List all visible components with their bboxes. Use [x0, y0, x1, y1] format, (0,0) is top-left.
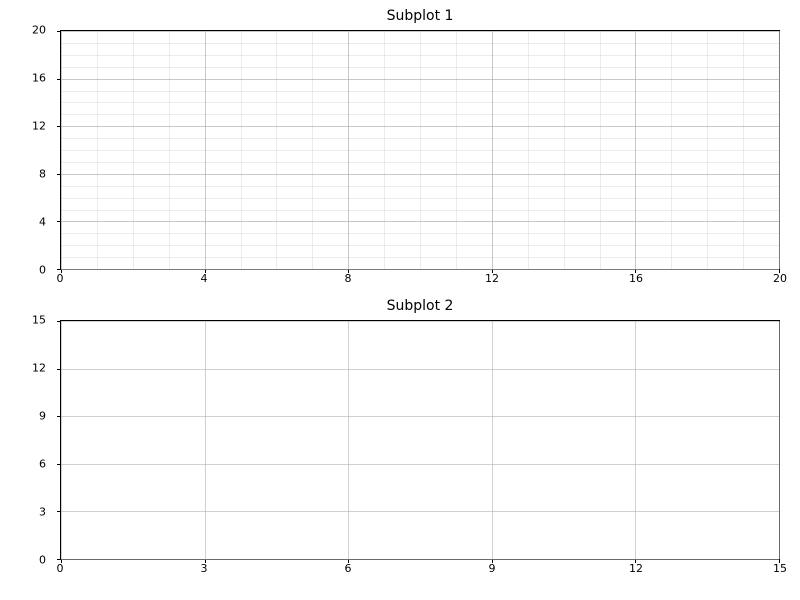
tick-mark-y: [57, 416, 61, 417]
subplot-2: Subplot 2 03691215 03691215: [60, 320, 780, 560]
grid-major-h: [61, 269, 779, 270]
xtick-label: 9: [489, 562, 496, 575]
subplot-1: Subplot 1 048121620 048121620: [60, 30, 780, 270]
tick-mark-y: [57, 464, 61, 465]
grid-major-v: [779, 31, 780, 269]
tick-mark-y: [57, 79, 61, 80]
tick-mark-y: [57, 269, 61, 270]
xtick-label: 20: [773, 272, 787, 285]
ytick-label: 16: [32, 72, 46, 85]
ytick-label: 4: [39, 216, 46, 229]
ytick-label: 0: [39, 264, 46, 277]
ytick-label: 0: [39, 554, 46, 567]
tick-mark-y: [57, 511, 61, 512]
ytick-label: 12: [32, 362, 46, 375]
figure: Subplot 1 048121620 048121620 Subplot 2 …: [0, 0, 800, 600]
grid-minor-h: [61, 150, 779, 151]
ytick-label: 3: [39, 506, 46, 519]
xtick-label: 3: [201, 562, 208, 575]
ytick-label: 6: [39, 458, 46, 471]
grid-minor-h: [61, 210, 779, 211]
grid-major-h: [61, 369, 779, 370]
grid-minor-h: [61, 114, 779, 115]
tick-mark-y: [57, 321, 61, 322]
grid-major-v: [205, 31, 206, 269]
xtick-label: 12: [629, 562, 643, 575]
tick-mark-y: [57, 221, 61, 222]
grid-major-h: [61, 511, 779, 512]
grid-major-h: [61, 559, 779, 560]
grid-major-v: [492, 31, 493, 269]
xtick-label: 15: [773, 562, 787, 575]
grid-minor-h: [61, 102, 779, 103]
grid-minor-h: [61, 198, 779, 199]
grid-major-v: [205, 321, 206, 559]
grid-major-v: [779, 321, 780, 559]
ytick-label: 9: [39, 410, 46, 423]
subplot-2-xticks: 03691215: [60, 562, 780, 578]
grid-major-h: [61, 31, 779, 32]
grid-minor-h: [61, 67, 779, 68]
grid-major-v: [348, 31, 349, 269]
xtick-label: 0: [57, 562, 64, 575]
grid-minor-h: [61, 138, 779, 139]
xtick-label: 6: [345, 562, 352, 575]
tick-mark-y: [57, 559, 61, 560]
xtick-label: 12: [485, 272, 499, 285]
grid-major-h: [61, 221, 779, 222]
grid-major-h: [61, 79, 779, 80]
subplot-1-xticks: 048121620: [60, 272, 780, 288]
subplot-1-plot-area: [60, 30, 780, 270]
grid-major-v: [348, 321, 349, 559]
grid-minor-h: [61, 43, 779, 44]
tick-mark-y: [57, 174, 61, 175]
tick-mark-y: [57, 369, 61, 370]
xtick-label: 4: [201, 272, 208, 285]
xtick-label: 0: [57, 272, 64, 285]
grid-minor-h: [61, 91, 779, 92]
ytick-label: 8: [39, 168, 46, 181]
ytick-label: 20: [32, 24, 46, 37]
grid-minor-h: [61, 55, 779, 56]
grid-major-h: [61, 174, 779, 175]
grid-minor-h: [61, 162, 779, 163]
ytick-label: 12: [32, 120, 46, 133]
tick-mark-y: [57, 126, 61, 127]
grid-major-h: [61, 416, 779, 417]
grid-major-h: [61, 126, 779, 127]
grid-major-v: [61, 321, 62, 559]
grid-major-h: [61, 321, 779, 322]
grid-major-v: [61, 31, 62, 269]
subplot-1-title: Subplot 1: [60, 8, 780, 24]
xtick-label: 16: [629, 272, 643, 285]
grid-minor-h: [61, 233, 779, 234]
grid-major-v: [492, 321, 493, 559]
subplot-2-title: Subplot 2: [60, 298, 780, 314]
ytick-label: 15: [32, 314, 46, 327]
grid-minor-h: [61, 186, 779, 187]
grid-major-h: [61, 464, 779, 465]
grid-major-v: [635, 321, 636, 559]
xtick-label: 8: [345, 272, 352, 285]
grid-minor-h: [61, 245, 779, 246]
subplot-2-plot-area: [60, 320, 780, 560]
grid-minor-h: [61, 257, 779, 258]
tick-mark-y: [57, 31, 61, 32]
grid-major-v: [635, 31, 636, 269]
